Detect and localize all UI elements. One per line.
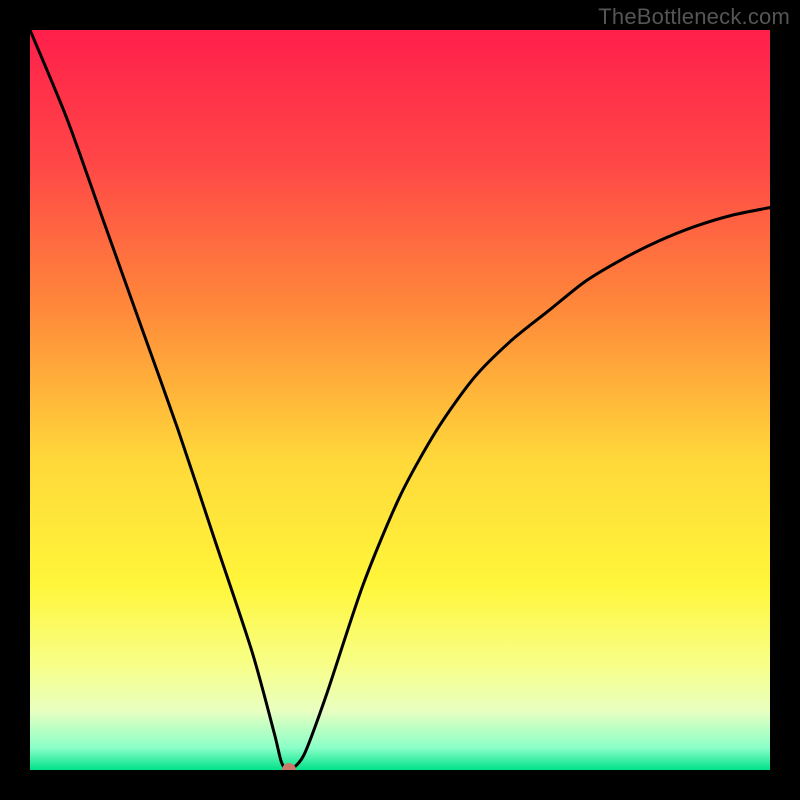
bottleneck-curve (30, 30, 770, 770)
plot-area (30, 30, 770, 770)
curve-layer (30, 30, 770, 770)
chart-frame: TheBottleneck.com (0, 0, 800, 800)
marker-dot (282, 763, 296, 770)
watermark-label: TheBottleneck.com (598, 4, 790, 30)
